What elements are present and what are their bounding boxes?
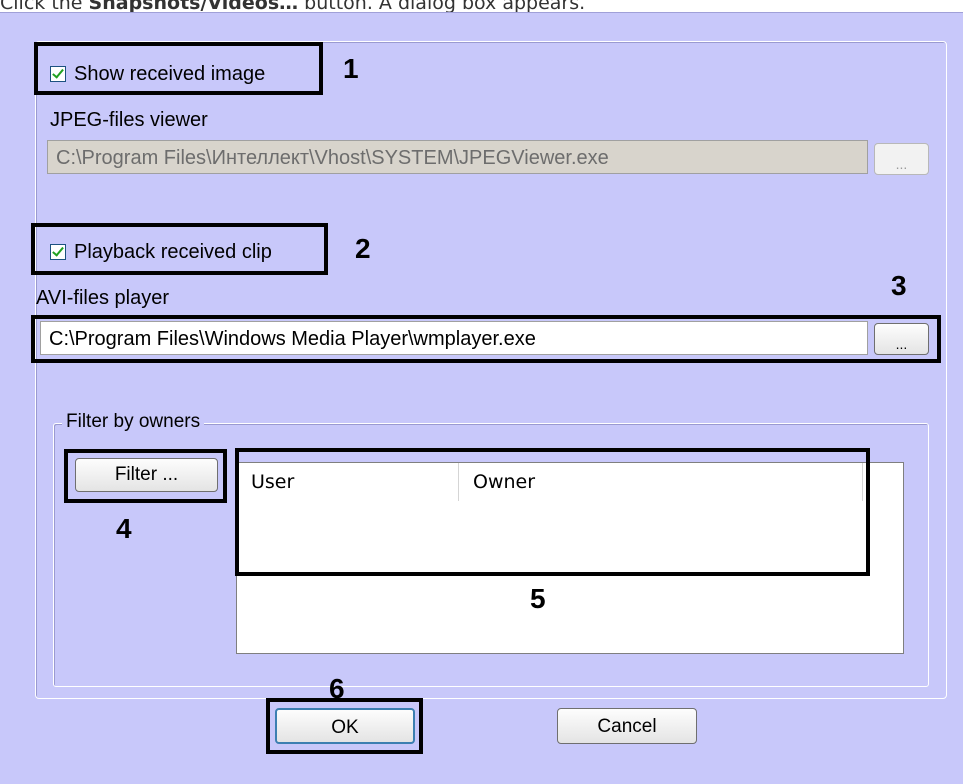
annotation-box-1 [34,42,323,95]
filter-group-legend: Filter by owners [62,411,205,433]
snapshots-videos-dialog: Show received image JPEG-files viewer C:… [0,12,963,784]
jpeg-viewer-label: JPEG-files viewer [50,109,208,131]
annotation-box-3 [31,315,941,363]
annotation-box-2 [31,223,328,275]
annotation-number-4: 4 [116,513,132,544]
annotation-number-1: 1 [343,53,359,84]
annotation-box-4 [64,449,227,503]
annotation-number-6: 6 [329,673,345,704]
annotation-box-6 [266,698,423,754]
annotation-number-5: 5 [530,583,546,614]
jpeg-viewer-browse-button[interactable]: ... [874,143,929,175]
cancel-button[interactable]: Cancel [557,708,697,744]
annotation-box-5 [235,448,870,576]
annotation-number-2: 2 [355,233,371,264]
jpeg-viewer-path-field[interactable]: C:\Program Files\Интеллект\Vhost\SYSTEM\… [47,140,868,174]
avi-player-label: AVI-files player [36,287,170,309]
annotation-number-3: 3 [891,270,907,301]
